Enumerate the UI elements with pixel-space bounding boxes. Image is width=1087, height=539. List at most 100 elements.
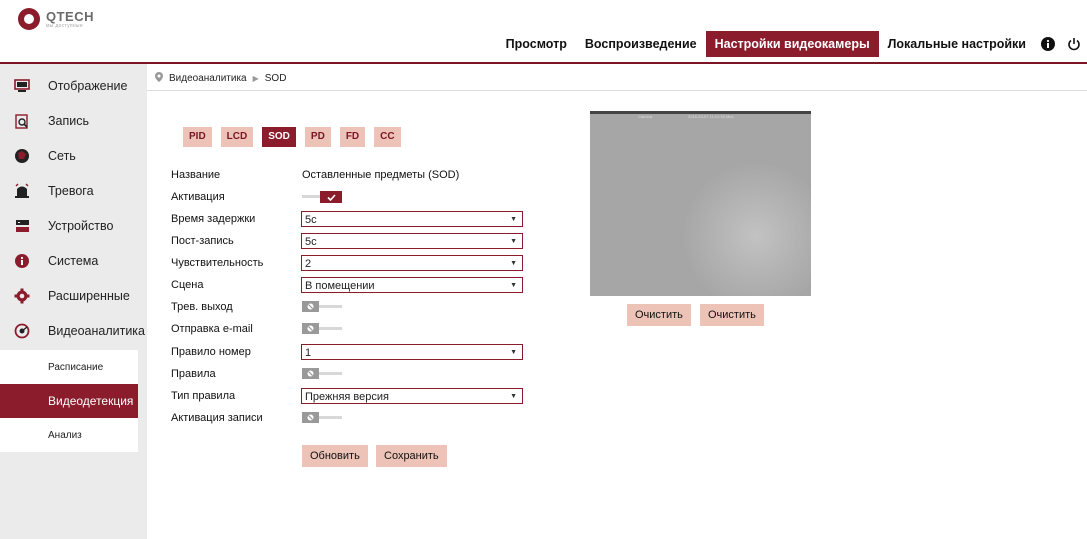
nav-playback[interactable]: Воспроизведение — [576, 31, 706, 57]
clear-button-1[interactable]: Очистить — [627, 304, 691, 326]
sidebar-item-label: Система — [48, 254, 99, 268]
delay-label: Время задержки — [171, 213, 256, 225]
sidebar-item-label: Запись — [48, 114, 90, 128]
preview-image — [681, 161, 811, 296]
breadcrumb-page: SOD — [264, 73, 287, 84]
alarm-icon — [14, 183, 30, 199]
sensitivity-label: Чувствительность — [171, 257, 264, 269]
rules-toggle[interactable] — [302, 368, 342, 380]
breadcrumb: Видеоаналитика ▶ SOD — [155, 72, 286, 85]
name-value: Оставленные предметы (SOD) — [302, 169, 460, 181]
chevron-down-icon: ▼ — [510, 238, 517, 245]
location-pin-icon — [155, 72, 163, 85]
tab-pid[interactable]: PID — [183, 127, 212, 147]
sidebar-item-label: Отображение — [48, 79, 128, 93]
sidebar-item-label: Видеоаналитика — [48, 324, 146, 338]
rule-number-value: 1 — [305, 347, 312, 359]
sidebar-item-network[interactable]: Сеть — [0, 139, 147, 173]
activation-label: Активация — [171, 191, 225, 203]
chevron-down-icon: ▼ — [510, 349, 517, 356]
off-icon — [302, 412, 319, 423]
post-record-label: Пост-запись — [171, 235, 234, 247]
logo-icon — [18, 8, 40, 30]
sidebar-item-label: Устройство — [48, 219, 114, 233]
rule-number-select[interactable]: 1 ▼ — [301, 344, 523, 360]
tab-fd[interactable]: FD — [339, 127, 366, 147]
activation-toggle[interactable] — [302, 191, 342, 203]
record-activation-toggle[interactable] — [302, 412, 342, 424]
rule-type-label: Тип правила — [171, 390, 236, 402]
sidebar-item-label: Тревога — [48, 184, 94, 198]
name-label: Название — [171, 169, 221, 181]
tab-cc[interactable]: CC — [374, 127, 401, 147]
rules-label: Правила — [171, 368, 216, 380]
email-toggle[interactable] — [302, 323, 342, 335]
sidebar-item-record[interactable]: Запись — [0, 104, 147, 138]
clear-button-2[interactable]: Очистить — [700, 304, 764, 326]
scene-select[interactable]: В помещении ▼ — [301, 277, 523, 293]
gear-icon — [14, 288, 30, 304]
delay-value: 5с — [305, 214, 317, 226]
sidebar-subitem-schedule[interactable]: Расписание — [0, 350, 138, 384]
save-button[interactable]: Сохранить — [376, 445, 447, 467]
sidebar-subitem-label: Расписание — [48, 361, 104, 373]
breadcrumb-separator-icon: ▶ — [252, 74, 259, 83]
sidebar-item-system[interactable]: Система — [0, 244, 147, 278]
sidebar-subitem-label: Видеодетекция — [48, 394, 134, 408]
device-icon — [14, 218, 30, 234]
chevron-down-icon: ▼ — [510, 282, 517, 289]
sidebar-item-label: Расширенные — [48, 289, 130, 303]
info-icon — [14, 253, 30, 269]
scene-value: В помещении — [305, 280, 375, 292]
sidebar-item-alarm[interactable]: Тревога — [0, 174, 147, 208]
off-icon — [302, 301, 319, 312]
analytics-icon — [14, 323, 30, 339]
preview-osd-camera: Camera — [638, 114, 653, 119]
chevron-down-icon: ▼ — [510, 260, 517, 267]
nav-local-settings[interactable]: Локальные настройки — [879, 31, 1035, 57]
nav-camera-settings[interactable]: Настройки видеокамеры — [705, 31, 879, 57]
rule-number-label: Правило номер — [171, 346, 251, 358]
sensitivity-select[interactable]: 2 ▼ — [301, 255, 523, 271]
refresh-button[interactable]: Обновить — [302, 445, 368, 467]
email-label: Отправка e-mail — [171, 323, 253, 335]
logo-text-block: QTECH мы доступные — [46, 10, 94, 29]
sidebar-subitem-label: Анализ — [48, 429, 82, 441]
monitor-icon — [14, 78, 30, 94]
preview-osd-timestamp: 2016-03-07 11:01:33 Mon — [688, 114, 734, 119]
detection-tabs: PID LCD SOD PD FD CC — [183, 127, 401, 147]
breadcrumb-divider — [147, 90, 1087, 91]
brand-name: QTECH — [46, 8, 94, 24]
info-icon[interactable] — [1041, 37, 1055, 51]
sidebar-item-analytics[interactable]: Видеоаналитика — [0, 314, 147, 348]
check-icon — [320, 191, 342, 203]
sidebar: Отображение Запись Сеть Тревога Устройст… — [0, 64, 147, 539]
tab-pd[interactable]: PD — [304, 127, 331, 147]
off-icon — [302, 368, 319, 379]
chevron-down-icon: ▼ — [510, 393, 517, 400]
record-icon — [14, 113, 30, 129]
top-navigation: Просмотр Воспроизведение Настройки видео… — [497, 31, 1087, 57]
tab-lcd[interactable]: LCD — [220, 127, 254, 147]
tab-sod[interactable]: SOD — [262, 127, 296, 147]
sidebar-item-label: Сеть — [48, 149, 76, 163]
power-icon[interactable] — [1067, 37, 1081, 51]
network-icon — [14, 148, 30, 164]
camera-preview[interactable]: Camera 2016-03-07 11:01:33 Mon — [590, 111, 811, 296]
record-activation-label: Активация записи — [171, 412, 263, 424]
sidebar-subitem-analysis[interactable]: Анализ — [0, 418, 138, 452]
alarm-out-toggle[interactable] — [302, 301, 342, 313]
brand-logo: QTECH мы доступные — [18, 8, 94, 30]
post-record-select[interactable]: 5с ▼ — [301, 233, 523, 249]
nav-preview[interactable]: Просмотр — [497, 31, 576, 57]
delay-select[interactable]: 5с ▼ — [301, 211, 523, 227]
scene-label: Сцена — [171, 279, 204, 291]
alarm-out-label: Трев. выход — [171, 301, 233, 313]
sidebar-item-display[interactable]: Отображение — [0, 69, 147, 103]
sidebar-item-advanced[interactable]: Расширенные — [0, 279, 147, 313]
header: QTECH мы доступные Просмотр Воспроизведе… — [0, 0, 1087, 62]
rule-type-select[interactable]: Прежняя версия ▼ — [301, 388, 523, 404]
sidebar-subitem-video-detection[interactable]: Видеодетекция — [0, 384, 138, 418]
breadcrumb-section[interactable]: Видеоаналитика — [169, 73, 247, 84]
sidebar-item-device[interactable]: Устройство — [0, 209, 147, 243]
